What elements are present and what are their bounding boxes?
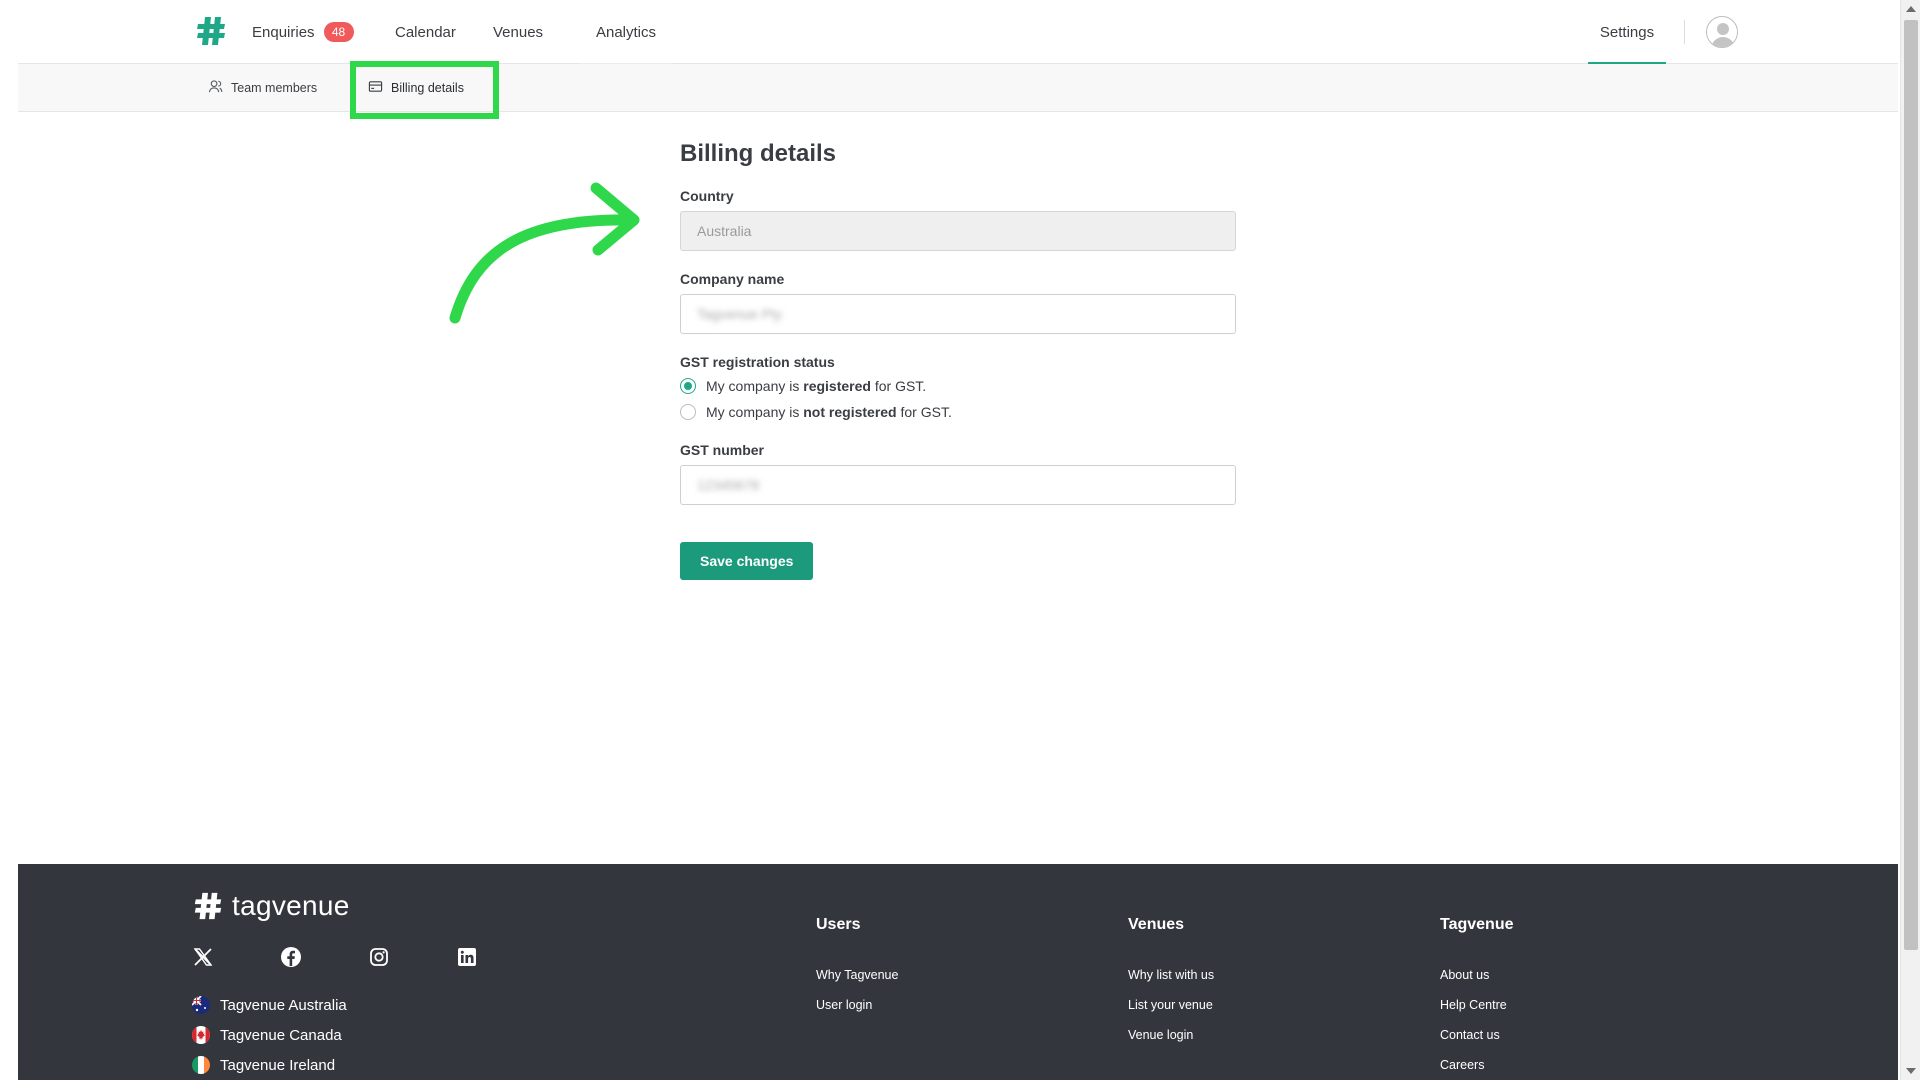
country-link-canada[interactable]: Tagvenue Canada — [192, 1020, 347, 1050]
footer-link-why-list[interactable]: Why list with us — [1128, 968, 1214, 998]
gst-not-registered-suffix: for GST. — [900, 404, 952, 420]
gst-registered-bold: registered — [803, 378, 871, 394]
gst-status-group: GST registration status My company is re… — [680, 354, 1236, 422]
subnav-team-members[interactable]: Team members — [208, 64, 317, 112]
annotation-arrow-icon — [449, 182, 640, 324]
team-members-label: Team members — [231, 81, 318, 95]
gst-not-registered-prefix: My company is — [706, 404, 800, 420]
nav-divider — [1684, 20, 1685, 44]
social-links — [192, 946, 478, 968]
x-twitter-icon[interactable] — [192, 946, 214, 968]
gst-not-registered-radio[interactable] — [680, 404, 696, 420]
footer: tagvenue Tagvenue Australia Tagvenue Can… — [18, 864, 1898, 1080]
user-avatar-icon[interactable] — [1706, 16, 1738, 48]
country-label: Tagvenue Ireland — [220, 1056, 336, 1074]
gst-not-registered-option[interactable]: My company is not registered for GST. — [680, 402, 1236, 422]
country-label: Tagvenue Canada — [220, 1026, 342, 1044]
gst-registered-text: My company is registered for GST. — [706, 378, 926, 394]
nav-calendar[interactable]: Calendar — [395, 0, 456, 64]
footer-column-title: Tagvenue — [1440, 916, 1514, 933]
user-icon — [208, 79, 223, 97]
footer-column-title: Users — [816, 916, 861, 933]
company-name-input[interactable]: Tagvenue Pty — [680, 294, 1236, 334]
gst-number-label: GST number — [680, 442, 765, 458]
scroll-up-arrow-icon[interactable] — [1906, 6, 1916, 12]
nav-venues-label: Venues — [493, 23, 544, 41]
australia-flag-icon — [192, 996, 210, 1014]
gst-registered-prefix: My company is — [706, 378, 800, 394]
footer-link-user-login[interactable]: User login — [816, 998, 898, 1028]
billing-form: Billing details Country Company name Tag… — [680, 140, 1236, 580]
nav-enquiries[interactable]: Enquiries 48 — [252, 0, 354, 64]
company-name-field-group: Company name Tagvenue Pty — [680, 271, 1236, 334]
footer-link-careers[interactable]: Careers — [1440, 1058, 1514, 1080]
footer-link-why-tagvenue[interactable]: Why Tagvenue — [816, 968, 898, 998]
gst-registered-option[interactable]: My company is registered for GST. — [680, 376, 1236, 396]
nav-venues[interactable]: Venues — [493, 0, 543, 64]
facebook-icon[interactable] — [280, 946, 302, 968]
annotation-highlight-box — [350, 61, 499, 119]
footer-link-contact-us[interactable]: Contact us — [1440, 1028, 1514, 1058]
gst-not-registered-bold: not registered — [803, 404, 897, 420]
nav-calendar-label: Calendar — [395, 23, 456, 41]
country-input[interactable] — [680, 211, 1236, 251]
footer-brand-name: tagvenue — [232, 890, 350, 921]
country-label: Country — [680, 188, 734, 204]
country-sites: Tagvenue Australia Tagvenue Canada Tagve… — [192, 990, 347, 1080]
gst-status-label: GST registration status — [680, 354, 835, 370]
browser-viewport: Enquiries 48 Calendar Venues Analytics S… — [0, 0, 1920, 1080]
vertical-scrollbar[interactable] — [1900, 0, 1920, 1080]
footer-link-about-us[interactable]: About us — [1440, 968, 1514, 998]
nav-analytics-label: Analytics — [595, 23, 657, 41]
company-name-value: Tagvenue Pty — [697, 306, 782, 322]
tagvenue-logo-icon[interactable] — [194, 14, 228, 48]
nav-enquiries-label: Enquiries — [252, 23, 315, 41]
footer-column-venues: Venues Why list with us List your venue … — [1128, 916, 1214, 1058]
top-navigation: Enquiries 48 Calendar Venues Analytics S… — [18, 0, 1898, 65]
gst-number-field-group: GST number 12345678 — [680, 442, 1236, 505]
footer-link-list-venue[interactable]: List your venue — [1128, 998, 1214, 1028]
footer-column-title: Venues — [1128, 916, 1185, 933]
nav-analytics[interactable]: Analytics — [580, 0, 672, 65]
country-link-ireland[interactable]: Tagvenue Ireland — [192, 1050, 347, 1080]
footer-logo[interactable]: tagvenue — [192, 890, 350, 922]
canada-flag-icon — [192, 1026, 210, 1044]
footer-link-help-centre[interactable]: Help Centre — [1440, 998, 1514, 1028]
gst-not-registered-text: My company is not registered for GST. — [706, 404, 952, 420]
company-name-label: Company name — [680, 271, 785, 287]
scroll-down-arrow-icon[interactable] — [1906, 1068, 1916, 1074]
footer-column-users: Users Why Tagvenue User login — [816, 916, 898, 1028]
save-changes-button[interactable]: Save changes — [680, 542, 814, 580]
country-field-group: Country — [680, 188, 1236, 251]
nav-settings[interactable]: Settings — [1588, 0, 1666, 65]
enquiries-count-badge: 48 — [323, 22, 354, 42]
settings-subnav: Team members Billing details — [18, 64, 1898, 112]
linkedin-icon[interactable] — [456, 946, 478, 968]
footer-column-tagvenue: Tagvenue About us Help Centre Contact us… — [1440, 916, 1514, 1080]
gst-number-input[interactable]: 12345678 — [680, 465, 1236, 505]
gst-registered-radio[interactable] — [680, 378, 696, 394]
ireland-flag-icon — [192, 1056, 210, 1074]
footer-link-venue-login[interactable]: Venue login — [1128, 1028, 1214, 1058]
tagvenue-logo-icon — [194, 892, 222, 920]
country-link-australia[interactable]: Tagvenue Australia — [192, 990, 347, 1020]
instagram-icon[interactable] — [368, 946, 390, 968]
page-title: Billing details — [680, 140, 837, 167]
scrollbar-thumb[interactable] — [1904, 20, 1918, 950]
nav-settings-label: Settings — [1599, 23, 1655, 41]
gst-number-value: 12345678 — [697, 477, 760, 493]
gst-registered-suffix: for GST. — [874, 378, 927, 394]
country-label: Tagvenue Australia — [220, 996, 347, 1014]
